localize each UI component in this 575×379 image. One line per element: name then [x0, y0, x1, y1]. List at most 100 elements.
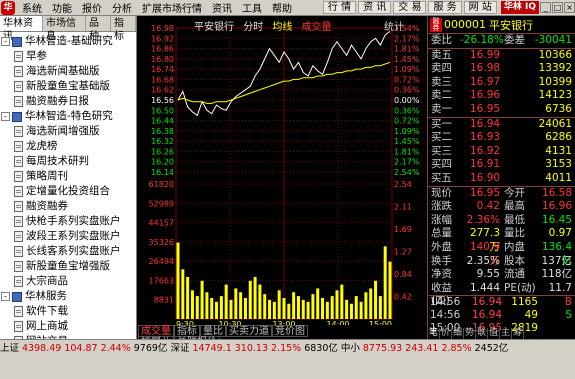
tree-item[interactable]: 每周技术研判	[0, 154, 136, 169]
menu-quote[interactable]: 报价	[77, 0, 107, 15]
tree-item[interactable]: 网上商城	[0, 319, 136, 334]
quote-tab[interactable]: 联	[476, 328, 489, 339]
stat-value: 0.97	[548, 227, 572, 240]
menu-news[interactable]: 资讯	[207, 0, 237, 15]
quote-tab[interactable]: 细	[452, 328, 465, 339]
buy-order-row[interactable]: 买五 16.90 4011	[428, 172, 575, 186]
index-amount: 2452亿	[474, 343, 509, 354]
index-amount: 6830亿	[304, 343, 338, 354]
tree-folder[interactable]: - 华林服务	[0, 289, 136, 304]
sell-order-row[interactable]: 卖三 16.97 10399	[428, 76, 575, 90]
order-level-label: 买四	[431, 158, 452, 171]
app-logo-icon: 华	[1, 0, 15, 15]
volume-bar	[215, 301, 219, 319]
tab-market-info[interactable]: 市场信息	[43, 16, 86, 42]
menu-help[interactable]: 帮助	[267, 0, 297, 15]
stat-label: 总量	[431, 227, 452, 240]
tree-item[interactable]: 龙虎榜	[0, 139, 136, 154]
intraday-chart-pane[interactable]: 16.98 2.54% 16.92 2.17% 16.86 1.81% 16.80 1.45%…	[138, 16, 426, 339]
tool-trade-button[interactable]: 交 易	[393, 1, 427, 14]
tree-item[interactable]: 波段王系列实盘账户	[0, 229, 136, 244]
volume-bar	[301, 299, 305, 319]
collapse-toggle-icon[interactable]: -	[1, 112, 10, 121]
tab-indicators[interactable]: 指标	[111, 16, 136, 42]
tab-varieties[interactable]: 品种	[86, 16, 111, 42]
chart-stat-label[interactable]: 统计	[384, 18, 404, 33]
buy-order-row[interactable]: 买四 16.91 3153	[428, 158, 575, 172]
sell-order-row[interactable]: 卖二 16.96 14123	[428, 89, 575, 103]
tool-website-button[interactable]: 网 站	[463, 1, 497, 14]
order-level-label: 卖四	[431, 62, 452, 75]
collapse-toggle-icon[interactable]: -	[1, 37, 10, 46]
tree-item[interactable]: 融资融券	[0, 199, 136, 214]
left-tabs: 华林资讯 市场信息 品种 指标	[0, 16, 136, 42]
tool-service-button[interactable]: 服 务	[428, 1, 462, 14]
tree-item[interactable]: 海选新闻增强版	[0, 124, 136, 139]
tool-news-button[interactable]: 资 讯	[358, 1, 392, 14]
menu-tools[interactable]: 工具	[237, 0, 267, 15]
volume-bar	[325, 301, 329, 319]
tree-item[interactable]: 快枪手系列实盘账户	[0, 214, 136, 229]
stat-value: 16.96	[541, 200, 572, 213]
buy-order-row[interactable]: 买二 16.93 6286	[428, 131, 575, 145]
quote-tab[interactable]: 价	[440, 328, 453, 339]
menu-system[interactable]: 系统	[17, 0, 47, 15]
order-price: 16.90	[470, 171, 501, 184]
sell-order-row[interactable]: 卖五 16.99 10366	[428, 49, 575, 63]
document-icon	[14, 306, 23, 317]
index-ticker: 上证 4398.49 104.87 2.44% 9769亿 深证 14749.1 310.13…	[0, 342, 575, 355]
brand-badge[interactable]: 华林 IQ	[500, 1, 539, 14]
buy-order-row[interactable]: 买一 16.94 24061	[428, 118, 575, 132]
tree-item[interactable]: 新股童鱼宝基础版	[0, 79, 136, 94]
close-button[interactable]: ×	[564, 2, 575, 13]
document-icon	[14, 66, 23, 77]
tree-item[interactable]: 大宗商品	[0, 274, 136, 289]
quote-tab[interactable]: 值	[488, 328, 501, 339]
tree-item-label: 网上商城	[26, 320, 68, 332]
menu-function[interactable]: 功能	[47, 0, 77, 15]
stat-label: 最高	[504, 200, 525, 213]
document-icon	[14, 246, 23, 257]
tree-item[interactable]: 定增量化投资组合	[0, 184, 136, 199]
stat-value: 11.7	[548, 281, 572, 294]
volume-bar	[378, 296, 382, 319]
sell-order-row[interactable]: 卖一 16.95 6736	[428, 103, 575, 117]
order-level-label: 卖二	[431, 89, 452, 102]
tree-item[interactable]: 海选新闻基础版	[0, 64, 136, 79]
menu-ext-market[interactable]: 扩展市场行情	[137, 0, 207, 15]
tree-item[interactable]: 新股童鱼宝增强版	[0, 259, 136, 274]
tree-item[interactable]: 软件下载	[0, 304, 136, 319]
tool-quote-button[interactable]: 行 情	[322, 1, 357, 14]
collapse-toggle-icon[interactable]: -	[1, 292, 10, 301]
volume-bar	[374, 280, 378, 319]
y-tick-label-pct: 0.36%	[394, 106, 420, 115]
tree-item[interactable]: 早参	[0, 49, 136, 64]
volume-bar	[306, 301, 310, 319]
tree-item[interactable]: 长线客系列实盘账户	[0, 244, 136, 259]
tab-hualin-news[interactable]: 华林资讯	[0, 16, 43, 42]
quote-tab[interactable]: 主	[500, 328, 513, 339]
tree-folder[interactable]: - 华林智造-特色研究	[0, 109, 136, 124]
quote-tab[interactable]: 势	[464, 328, 477, 339]
tree-item[interactable]: 融资融券日报	[0, 94, 136, 109]
y-tick-label-pct: 1.45%	[394, 137, 420, 146]
tree-item[interactable]: 策略周刊	[0, 169, 136, 184]
sell-order-row[interactable]: 卖四 16.98 13392	[428, 62, 575, 76]
financing-badge: 融券	[430, 17, 442, 32]
maximize-button[interactable]: □	[552, 2, 563, 13]
quote-tab[interactable]: 筹	[512, 328, 525, 339]
minimize-button[interactable]: _	[540, 2, 551, 13]
document-icon	[14, 156, 23, 167]
quote-tab[interactable]: 笔	[428, 328, 441, 339]
stock-name: 平安银行	[489, 18, 533, 32]
buy-order-row[interactable]: 买三 16.92 4131	[428, 145, 575, 159]
trade-time: 14:56	[430, 296, 461, 309]
volume-bar	[340, 284, 344, 319]
menu-analysis[interactable]: 分析	[107, 0, 137, 15]
volume-bar	[205, 292, 209, 319]
y-tick-label-pct: 2.17%	[394, 158, 420, 167]
index-pct: 2.44%	[100, 343, 131, 354]
intraday-chart[interactable]: 16.98 2.54% 16.92 2.17% 16.86 1.81% 16.80 1.45%…	[138, 16, 426, 329]
volume-tick-label: 35326	[149, 238, 174, 247]
tree-item-label: 华林服务	[25, 290, 67, 302]
